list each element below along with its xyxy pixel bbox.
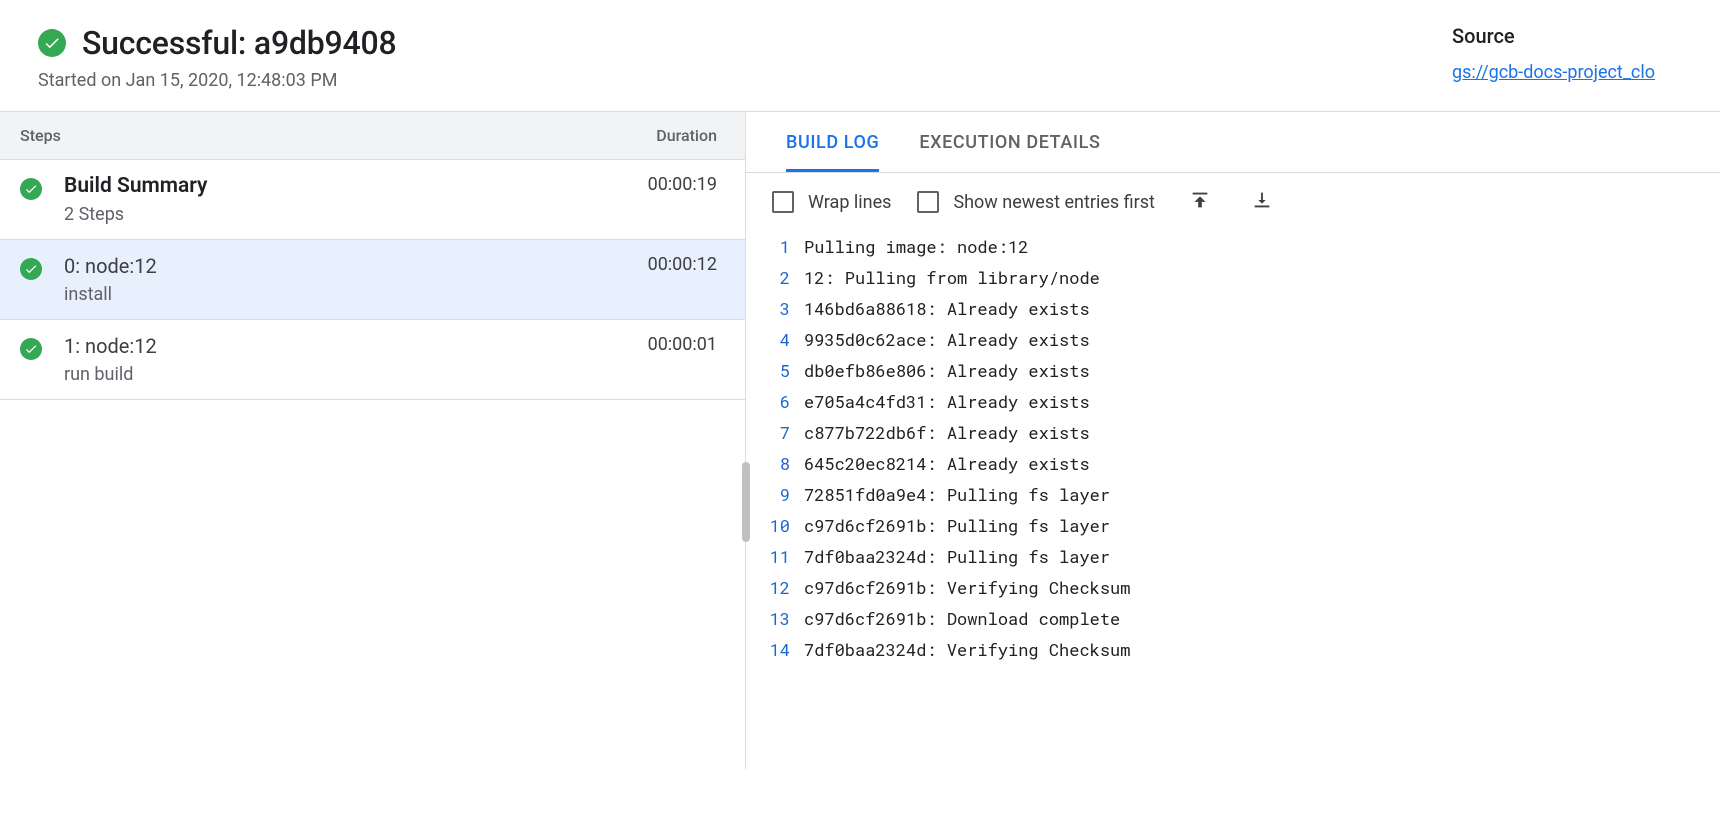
log-line: 5db0efb86e806: Already exists [746, 355, 1720, 386]
step-0-desc: install [64, 284, 157, 305]
build-header: Successful: a9db9408 Started on Jan 15, … [0, 0, 1720, 111]
log-line-number: 13 [746, 603, 804, 634]
log-line: 117df0baa2324d: Pulling fs layer [746, 541, 1720, 572]
log-line: 49935d0c62ace: Already exists [746, 324, 1720, 355]
log-line-text: c97d6cf2691b: Download complete [804, 603, 1120, 634]
log-line-number: 4 [746, 324, 804, 355]
newest-first-toggle[interactable]: Show newest entries first [917, 191, 1154, 213]
check-icon [20, 178, 42, 200]
scroll-to-top-icon[interactable] [1189, 189, 1211, 215]
log-line-text: c97d6cf2691b: Pulling fs layer [804, 510, 1110, 541]
newest-first-checkbox[interactable] [917, 191, 939, 213]
log-toolbar: Wrap lines Show newest entries first [746, 173, 1720, 231]
summary-duration: 00:00:19 [648, 174, 717, 195]
wrap-lines-toggle[interactable]: Wrap lines [772, 191, 891, 213]
log-line: 1Pulling image: node:12 [746, 231, 1720, 262]
log-line-number: 12 [746, 572, 804, 603]
wrap-lines-checkbox[interactable] [772, 191, 794, 213]
source-label: Source [1452, 24, 1682, 48]
step-1-desc: run build [64, 364, 157, 385]
log-line: 3146bd6a88618: Already exists [746, 293, 1720, 324]
summary-name: Build Summary [64, 174, 207, 198]
tab-build-log[interactable]: BUILD LOG [786, 112, 879, 172]
log-line: 972851fd0a9e4: Pulling fs layer [746, 479, 1720, 510]
log-line-number: 14 [746, 634, 804, 665]
log-line-text: e705a4c4fd31: Already exists [804, 386, 1090, 417]
log-line-text: c877b722db6f: Already exists [804, 417, 1090, 448]
log-panel: BUILD LOG EXECUTION DETAILS Wrap lines S… [746, 112, 1720, 769]
log-line-number: 5 [746, 355, 804, 386]
log-line-number: 3 [746, 293, 804, 324]
log-line-text: Pulling image: node:12 [804, 231, 1028, 262]
build-title: Successful: a9db9408 [82, 24, 397, 62]
log-lines[interactable]: 1Pulling image: node:12212: Pulling from… [746, 231, 1720, 665]
log-line-number: 10 [746, 510, 804, 541]
log-line-text: 645c20ec8214: Already exists [804, 448, 1090, 479]
log-line: 7c877b722db6f: Already exists [746, 417, 1720, 448]
log-line-text: 9935d0c62ace: Already exists [804, 324, 1090, 355]
body: Steps Duration Build Summary 2 Steps 00:… [0, 111, 1720, 769]
log-line-number: 9 [746, 479, 804, 510]
step-1-name: 1: node:12 [64, 334, 157, 358]
success-check-icon [38, 29, 66, 57]
log-line-text: c97d6cf2691b: Verifying Checksum [804, 572, 1130, 603]
step-0-name: 0: node:12 [64, 254, 157, 278]
steps-panel: Steps Duration Build Summary 2 Steps 00:… [0, 112, 746, 769]
col-duration: Duration [656, 126, 717, 145]
started-on: Started on Jan 15, 2020, 12:48:03 PM [38, 70, 397, 91]
step-row-0[interactable]: 0: node:12 install 00:00:12 [0, 240, 745, 320]
log-line-text: 146bd6a88618: Already exists [804, 293, 1090, 324]
tabs: BUILD LOG EXECUTION DETAILS [746, 112, 1720, 173]
log-line: 13c97d6cf2691b: Download complete [746, 603, 1720, 634]
check-icon [20, 258, 42, 280]
step-0-duration: 00:00:12 [648, 254, 717, 275]
log-line: 212: Pulling from library/node [746, 262, 1720, 293]
log-line-text: db0efb86e806: Already exists [804, 355, 1090, 386]
log-line-number: 6 [746, 386, 804, 417]
log-line: 12c97d6cf2691b: Verifying Checksum [746, 572, 1720, 603]
step-row-1[interactable]: 1: node:12 run build 00:00:01 [0, 320, 745, 400]
log-line-text: 7df0baa2324d: Pulling fs layer [804, 541, 1110, 572]
source-link[interactable]: gs://gcb-docs-project_clo [1452, 62, 1655, 83]
log-line-text: 7df0baa2324d: Verifying Checksum [804, 634, 1130, 665]
check-icon [20, 338, 42, 360]
build-summary-row[interactable]: Build Summary 2 Steps 00:00:19 [0, 160, 745, 240]
log-line-number: 8 [746, 448, 804, 479]
wrap-lines-label: Wrap lines [808, 192, 891, 213]
scrollbar-thumb[interactable] [742, 462, 750, 542]
download-icon[interactable] [1251, 189, 1273, 215]
log-line-text: 12: Pulling from library/node [804, 262, 1100, 293]
log-line-number: 1 [746, 231, 804, 262]
col-steps: Steps [20, 126, 61, 145]
header-left: Successful: a9db9408 Started on Jan 15, … [38, 24, 397, 91]
log-line: 10c97d6cf2691b: Pulling fs layer [746, 510, 1720, 541]
newest-first-label: Show newest entries first [953, 192, 1154, 213]
log-line-text: 72851fd0a9e4: Pulling fs layer [804, 479, 1110, 510]
log-line: 147df0baa2324d: Verifying Checksum [746, 634, 1720, 665]
log-line: 6e705a4c4fd31: Already exists [746, 386, 1720, 417]
step-1-duration: 00:00:01 [648, 334, 717, 355]
summary-desc: 2 Steps [64, 204, 207, 225]
tab-execution-details[interactable]: EXECUTION DETAILS [919, 112, 1100, 172]
log-line-number: 7 [746, 417, 804, 448]
log-line-number: 2 [746, 262, 804, 293]
steps-table-header: Steps Duration [0, 112, 745, 160]
log-line-number: 11 [746, 541, 804, 572]
log-line: 8645c20ec8214: Already exists [746, 448, 1720, 479]
title-row: Successful: a9db9408 [38, 24, 397, 62]
source-block: Source gs://gcb-docs-project_clo [1452, 24, 1682, 83]
